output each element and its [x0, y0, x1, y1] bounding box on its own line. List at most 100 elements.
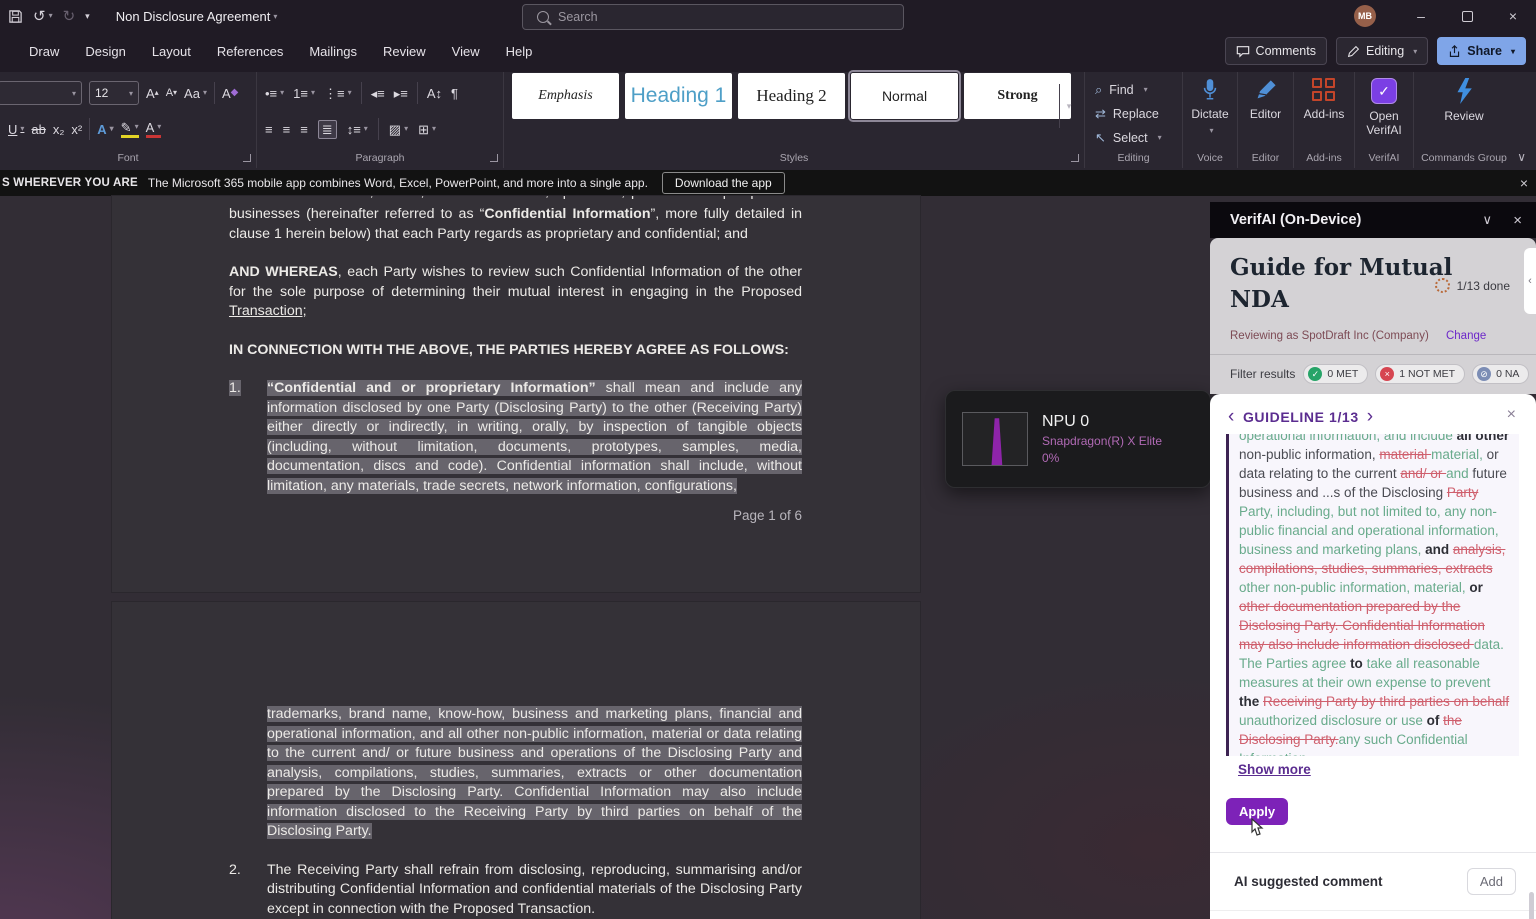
open-verifai-button[interactable]: ✓ Open VerifAI	[1355, 78, 1413, 138]
editor-button[interactable]: Editor	[1238, 78, 1293, 121]
justify-button[interactable]: ≣	[318, 120, 337, 139]
font-dialog-launcher[interactable]	[243, 154, 251, 162]
doc-paragraph: businesses (hereinafter referred to as “…	[229, 205, 802, 244]
filter-badge-met[interactable]: ✓0 MET	[1303, 364, 1368, 384]
document-page-2[interactable]: trademarks, brand name, know-how, busine…	[112, 602, 920, 919]
save-icon[interactable]	[8, 9, 23, 24]
align-left-button[interactable]: ≡	[265, 123, 273, 136]
increase-indent-button[interactable]: ▸≡	[394, 87, 408, 100]
filter-badge-na[interactable]: ⊘0 NA	[1472, 364, 1529, 384]
text-effects-button[interactable]: A▾	[97, 123, 113, 136]
styles-gallery-more-button[interactable]: ▾	[1059, 84, 1078, 128]
decrease-indent-button[interactable]: ◂≡	[371, 87, 385, 100]
share-button[interactable]: Share▾	[1437, 37, 1526, 65]
style-heading2[interactable]: Heading 2	[738, 73, 845, 119]
styles-dialog-launcher[interactable]	[1071, 154, 1079, 162]
next-guideline-button[interactable]: ›	[1367, 406, 1374, 428]
panel-close-icon[interactable]: ×	[1513, 202, 1522, 238]
bullet-list-button[interactable]: •≡▾	[265, 87, 284, 100]
select-button[interactable]: ↖Select▾	[1095, 127, 1182, 148]
tab-draw[interactable]: Draw	[16, 32, 72, 72]
doc-text-run: trademarks, brand name, know-how, busine…	[267, 706, 802, 839]
voice-group-label: Voice	[1183, 152, 1237, 164]
find-button[interactable]: ⌕Find▾	[1095, 79, 1182, 100]
align-center-button[interactable]: ≡	[283, 123, 291, 136]
tab-mailings[interactable]: Mailings	[296, 32, 370, 72]
tab-help[interactable]: Help	[493, 32, 546, 72]
dictate-button[interactable]: Dictate▾	[1183, 78, 1237, 136]
strikethrough-button[interactable]: ab	[31, 123, 45, 136]
quick-access-toolbar: ↺▾ ↻ ▾	[8, 9, 90, 24]
line-spacing-button[interactable]: ↕≡▾	[347, 123, 368, 136]
paragraph-dialog-launcher[interactable]	[490, 154, 498, 162]
highlight-color-button[interactable]: ✎▾	[121, 121, 139, 138]
style-heading1[interactable]: Heading 1	[625, 73, 732, 119]
restore-button[interactable]	[1444, 0, 1490, 32]
align-right-button[interactable]: ≡	[300, 123, 308, 136]
redo-button[interactable]: ↻	[63, 9, 76, 24]
npu-usage-graph	[962, 412, 1028, 466]
panel-scrollbar[interactable]	[1529, 892, 1534, 919]
show-more-link[interactable]: Show more	[1238, 762, 1311, 777]
replace-button[interactable]: ⇄Replace	[1095, 103, 1182, 124]
multilevel-list-button[interactable]: ⋮≡▾	[324, 87, 352, 100]
banner-close-icon[interactable]: ×	[1520, 175, 1528, 191]
addins-button[interactable]: Add-ins	[1294, 78, 1354, 121]
tab-view[interactable]: View	[439, 32, 493, 72]
customize-qat-icon[interactable]: ▾	[85, 12, 90, 21]
search-input[interactable]: Search	[522, 4, 904, 30]
close-button[interactable]: ×	[1490, 0, 1536, 32]
clear-formatting-button[interactable]: A◆	[222, 87, 238, 100]
comments-button[interactable]: Comments	[1225, 37, 1327, 65]
style-normal[interactable]: Normal	[851, 73, 958, 119]
sort-button[interactable]: A↕	[427, 87, 442, 100]
diff-segment-del: material	[1379, 447, 1431, 462]
doc-text-run: “Confidential and or proprietary Informa…	[267, 380, 596, 396]
borders-button[interactable]: ⊞▾	[418, 123, 436, 136]
banner-text: The Microsoft 365 mobile app combines Wo…	[148, 176, 648, 190]
style-emphasis[interactable]: Emphasis	[512, 73, 619, 119]
font-name-combo[interactable]: ▾	[0, 81, 82, 105]
replace-icon: ⇄	[1095, 106, 1106, 122]
tab-references[interactable]: References	[204, 32, 296, 72]
avatar[interactable]: MB	[1354, 5, 1376, 27]
font-color-button[interactable]: A▾	[146, 121, 162, 138]
addins-grid-icon	[1312, 78, 1336, 102]
font-size-combo[interactable]: 12▾	[89, 81, 139, 105]
numbered-list-button[interactable]: 1≡▾	[293, 87, 315, 100]
shading-button[interactable]: ▨▾	[389, 123, 408, 136]
pencil-icon	[1347, 45, 1360, 58]
doc-text-run: AND WHEREAS	[229, 264, 338, 280]
undo-button[interactable]: ↺▾	[33, 9, 53, 24]
change-case-button[interactable]: Aa▾	[184, 87, 207, 100]
filter-badge-notmet[interactable]: ×1 NOT MET	[1375, 364, 1465, 384]
document-title[interactable]: Non Disclosure Agreement▾	[116, 9, 278, 24]
tab-design[interactable]: Design	[72, 32, 138, 72]
prev-guideline-button[interactable]: ‹	[1228, 406, 1235, 428]
grow-font-button[interactable]: A▴	[146, 87, 159, 100]
document-page-1[interactable]: each other's business, assets, financial…	[112, 196, 920, 592]
banner-bold-text: S WHEREVER YOU ARE	[2, 177, 138, 189]
download-app-button[interactable]: Download the app	[662, 172, 785, 194]
search-placeholder: Search	[558, 10, 598, 24]
review-command-button[interactable]: Review	[1414, 78, 1514, 123]
panel-expand-tab[interactable]: ‹	[1524, 248, 1536, 314]
subscript-button[interactable]: x₂	[53, 123, 65, 136]
add-comment-button[interactable]: Add	[1467, 868, 1516, 895]
editing-mode-button[interactable]: Editing▾	[1336, 37, 1428, 65]
superscript-button[interactable]: x²	[71, 123, 82, 136]
panel-collapse-icon[interactable]: ∨	[1482, 202, 1492, 238]
doc-paragraph: trademarks, brand name, know-how, busine…	[229, 705, 802, 842]
collapse-ribbon-button[interactable]: ∨	[1517, 150, 1526, 164]
minimize-button[interactable]: –	[1398, 0, 1444, 32]
style-strong[interactable]: Strong	[964, 73, 1071, 119]
change-link[interactable]: Change	[1446, 330, 1486, 342]
show-formatting-button[interactable]: ¶	[451, 87, 458, 100]
tab-review[interactable]: Review	[370, 32, 439, 72]
doc-paragraph: AND WHEREAS, each Party wishes to review…	[229, 263, 802, 322]
shrink-font-button[interactable]: A▾	[166, 88, 177, 99]
tab-layout[interactable]: Layout	[139, 32, 204, 72]
underline-button[interactable]: U▾	[8, 123, 24, 136]
document-title-text: Non Disclosure Agreement	[116, 9, 271, 24]
guideline-close-icon[interactable]: ×	[1507, 406, 1516, 424]
